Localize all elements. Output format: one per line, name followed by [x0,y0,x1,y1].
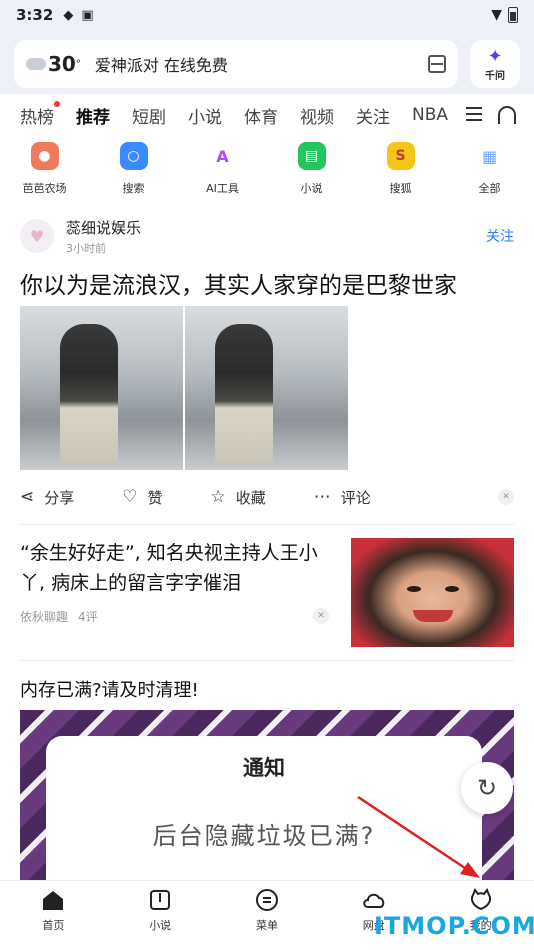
like-button[interactable]: ♡ 赞 [122,487,162,508]
nav-menu[interactable]: 菜单 [214,881,321,950]
quick-link-novel[interactable]: ▤ 小说 [267,142,356,206]
weather-temp: 30 [48,52,76,76]
share-button[interactable]: ⋖ 分享 [20,487,74,508]
qianwen-button[interactable]: ✦ 千问 [470,40,520,88]
status-bar: 3:32 ◆ ▣ ▼ [0,0,534,30]
post-photo-2[interactable] [185,306,348,470]
ai-icon: A [208,142,237,170]
wifi-icon: ▼ [491,7,502,23]
face-eye [407,586,421,592]
search-query[interactable]: 爱神派对 在线免费 [95,52,428,76]
quick-link-ai-tools[interactable]: A AI工具 [178,142,267,206]
grid-icon: ▦ [475,142,504,170]
dismiss-button[interactable]: ✕ [313,608,329,624]
headphone-icon[interactable] [498,106,516,124]
channel-tabs: 热榜 推荐 短剧 小说 体育 视频 关注 NBA [0,100,534,130]
watermark: ITMOP.COM [374,912,534,940]
ad-card-title: 通知 [243,756,285,780]
header: 30 ° 爱神派对 在线免费 ✦ 千问 [0,30,534,94]
profile-cat-icon [470,887,491,911]
channel-menu-icon[interactable] [466,107,482,121]
post2-meta: 依秋聊趣 4评 [20,608,98,625]
post-photo-1[interactable] [20,306,183,470]
quick-link-search[interactable]: ○ 搜索 [89,142,178,206]
app-notification-icon-2: ▣ [81,7,94,23]
post2-thumbnail[interactable] [351,538,514,647]
book-icon [150,890,171,910]
home-icon [43,891,64,910]
tab-video[interactable]: 视频 [300,103,334,128]
tab-recommend[interactable]: 推荐 [76,103,110,128]
sohu-icon: S [386,142,415,170]
post-author-row: ♥ 蕊细说娱乐 3小时前 关注 [20,214,514,258]
tab-sports[interactable]: 体育 [244,103,278,128]
person-figure [215,324,273,464]
nav-home[interactable]: 首页 [0,881,107,950]
tab-hot[interactable]: 热榜 [20,100,60,128]
ad-title[interactable]: 内存已满?请及时清理! [20,676,199,702]
ad-card-text: 后台隐藏垃圾已满? [152,822,376,850]
scan-icon[interactable] [428,55,446,73]
battery-icon [508,7,518,23]
comment-icon: ⋯ [313,487,331,507]
cloud-icon [363,893,385,908]
post-title[interactable]: 你以为是流浪汉，其实人家穿的是巴黎世家 [20,266,514,300]
favorite-button[interactable]: ☆ 收藏 [211,487,266,508]
qianwen-logo-icon: ✦ [487,45,503,67]
tab-nba[interactable]: NBA [412,105,448,125]
weather-unit: ° [75,58,81,70]
face-eye [445,586,459,592]
avatar[interactable]: ♥ [20,219,54,253]
tab-novel[interactable]: 小说 [188,103,222,128]
weather-widget[interactable]: 30 ° [26,52,81,76]
face-mouth [413,610,453,622]
app-notification-icon: ◆ [63,7,74,23]
heart-icon: ♡ [122,487,138,507]
menu-icon [255,889,278,911]
post2-source[interactable]: 依秋聊趣 [20,608,68,625]
divider [20,524,514,525]
divider [20,660,514,661]
book-icon: ▤ [297,142,326,170]
dismiss-button[interactable]: ✕ [498,489,514,505]
refresh-icon: ↻ [476,774,498,802]
cloud-icon [26,58,46,70]
star-icon: ☆ [210,487,226,507]
refresh-button[interactable]: ↻ [461,762,513,814]
quick-link-all[interactable]: ▦ 全部 [445,142,534,206]
ad-notice-card[interactable]: 通知 后台隐藏垃圾已满? [46,736,482,880]
comment-button[interactable]: ⋯ 评论 [314,487,371,508]
status-time: 3:32 [16,6,54,24]
post2-title[interactable]: “余生好好走”, 知名央视主持人王小丫, 病床上的留言字字催泪 [20,538,340,598]
new-dot [54,100,60,107]
follow-button[interactable]: 关注 [486,226,514,246]
nav-novel[interactable]: 小说 [107,881,214,950]
ad-banner[interactable]: 通知 后台隐藏垃圾已满? [20,710,514,880]
search-box[interactable]: 30 ° 爱神派对 在线免费 [14,40,458,88]
post-actions: ⋖ 分享 ♡ 赞 ☆ 收藏 ⋯ 评论 ✕ [20,484,514,510]
person-figure [60,324,118,464]
author-name[interactable]: 蕊细说娱乐 [66,217,141,238]
post2-comment-count: 4评 [78,610,98,624]
share-icon: ⋖ [20,487,35,507]
quick-link-farm[interactable]: ● 芭芭农场 [0,142,89,206]
farm-icon: ● [30,142,59,170]
quick-links: ● 芭芭农场 ○ 搜索 A AI工具 ▤ 小说 S 搜狐 ▦ 全部 [0,142,534,206]
post-time: 3小时前 [66,241,106,255]
tab-follow[interactable]: 关注 [356,103,390,128]
search-icon: ○ [119,142,148,170]
quick-link-sohu[interactable]: S 搜狐 [356,142,445,206]
qianwen-label: 千问 [485,70,505,82]
tab-short-drama[interactable]: 短剧 [132,103,166,128]
